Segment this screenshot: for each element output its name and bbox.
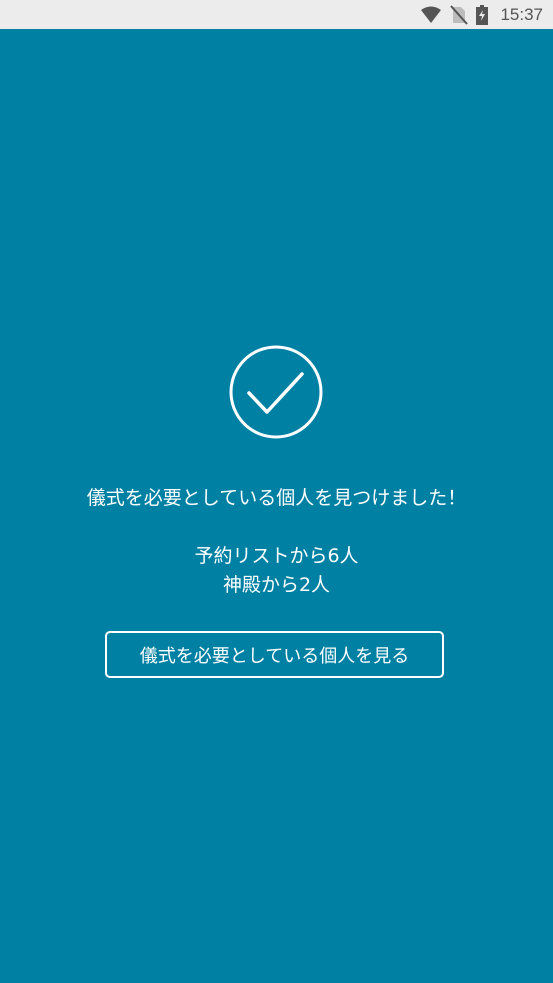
status-time: 15:37: [500, 4, 543, 24]
status-icons: 15:37: [420, 0, 543, 29]
found-individuals-headline: 儀式を必要としている個人を見つけました！: [86, 487, 467, 509]
wifi-icon: [420, 6, 442, 24]
reservation-list-count: 予約リストから6人: [194, 545, 359, 567]
view-individuals-button[interactable]: 儀式を必要としている個人を見る: [105, 631, 444, 678]
no-sim-icon: [450, 4, 469, 25]
checkmark-circle-icon: [229, 345, 323, 439]
battery-charging-icon: [476, 4, 489, 25]
status-bar: 15:37: [0, 0, 553, 29]
screen: 15:37 儀式を必要としている個人を見つけました！ 予約リストから6人 神殿か…: [0, 0, 553, 983]
found-counts: 予約リストから6人 神殿から2人: [0, 542, 553, 600]
temple-count: 神殿から2人: [222, 574, 331, 596]
